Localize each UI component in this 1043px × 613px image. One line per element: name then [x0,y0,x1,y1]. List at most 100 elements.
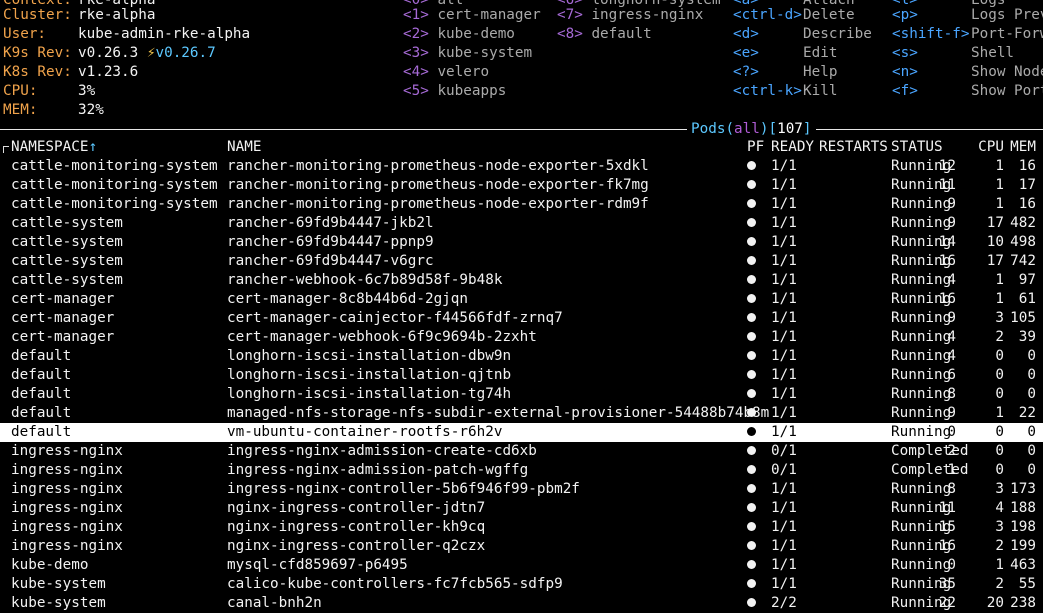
column-namespace[interactable]: NAMESPACE↑ [11,138,97,157]
ns-shortcut[interactable]: <7> ingress-nginx [557,6,703,25]
port-forward-indicator [747,195,756,214]
pod-mem: 55 [1018,576,1036,592]
pod-name: cert-manager-8c8b44b6d-2gjqn [227,291,469,307]
pod-mem: 16 [1018,158,1036,174]
column-ready[interactable]: READY [771,138,814,157]
table-row[interactable]: ingress-nginx ingress-nginx-admission-cre… [0,442,1043,461]
table-row[interactable]: cert-manager cert-manager-cainjector-f445… [0,309,1043,328]
table-row[interactable]: cattle-monitoring-system rancher-monitori… [0,157,1043,176]
hotkey-shell[interactable]: <s> [892,44,918,63]
ns-shortcut[interactable]: <5> kubeapps [403,82,506,101]
hotkey-help[interactable]: <?> [733,63,759,82]
table-row[interactable]: default longhorn-iscsi-installation-qjtnb… [0,366,1043,385]
port-forward-indicator [747,176,756,195]
pod-ready: 1/1 [771,424,797,440]
dot-icon [747,218,756,227]
column-cpu[interactable]: CPU [978,138,1004,157]
pod-namespace: cattle-system [11,215,123,231]
pod-mem: 463 [1010,557,1036,573]
column-restarts[interactable]: RESTARTS [819,138,888,157]
hotkey-show-port[interactable]: <f> [892,82,918,101]
dot-icon [747,294,756,303]
table-row[interactable]: default longhorn-iscsi-installation-tg74h… [0,385,1043,404]
column-status[interactable]: STATUS [891,138,943,157]
pod-namespace: cert-manager [11,291,115,307]
column-mem[interactable]: MEM [1010,138,1036,157]
port-forward-indicator [747,290,756,309]
ns-shortcut[interactable]: <3> kube-system [403,44,532,63]
port-forward-indicator [747,214,756,233]
pod-mem: 0 [1027,443,1036,459]
ns-shortcut[interactable]: <2> kube-demo [403,25,515,44]
pod-ready: 1/1 [771,386,797,402]
dot-icon [747,389,756,398]
table-row[interactable]: cert-manager cert-manager-webhook-6f9c969… [0,328,1043,347]
pod-status: Running [891,386,952,402]
table-row-selected[interactable]: default vm-ubuntu-container-rootfs-r6h2v 1… [0,423,1043,442]
table-row[interactable]: ingress-nginx ingress-nginx-admission-pat… [0,461,1043,480]
table-row[interactable]: ingress-nginx nginx-ingress-controller-q2… [0,537,1043,556]
table-row[interactable]: cattle-system rancher-69fd9b4447-jkb2l 1/1… [0,214,1043,233]
hotkey-port-forward[interactable]: <shift-f> [892,25,969,44]
pod-name: vm-ubuntu-container-rootfs-r6h2v [227,424,503,440]
column-pf[interactable]: PF [747,138,764,157]
port-forward-indicator [747,594,756,613]
table-row[interactable]: kube-demo mysql-cfd859697-p6495 1/1 0 Runnin… [0,556,1043,575]
pod-ready: 1/1 [771,215,797,231]
ns-shortcut[interactable]: <4> velero [403,63,489,82]
pod-mem: 61 [1018,291,1036,307]
hotkey-describe[interactable]: <d> [733,25,759,44]
pod-status: Completed [891,462,969,478]
port-forward-indicator [747,233,756,252]
hotkey-edit[interactable]: <e> [733,44,759,63]
table-row[interactable]: cattle-monitoring-system rancher-monitori… [0,176,1043,195]
port-forward-indicator [747,404,756,423]
pod-namespace: ingress-nginx [11,538,123,554]
pod-cpu: 0 [995,443,1004,459]
port-forward-indicator [747,442,756,461]
table-row[interactable]: cattle-system rancher-69fd9b4447-v6grc 1/1… [0,252,1043,271]
pod-cpu: 1 [995,177,1004,193]
pod-status: Running [891,310,952,326]
dot-icon [747,161,756,170]
pod-ready: 1/1 [771,557,797,573]
column-name[interactable]: NAME [227,138,261,157]
table-row[interactable]: kube-system canal-bnh2n 2/2 22 Running 20 238 [0,594,1043,613]
hotkey-label: Describe [803,26,872,42]
ns-shortcut[interactable]: <8> default [557,25,652,44]
table-row[interactable]: default longhorn-iscsi-installation-dbw9n… [0,347,1043,366]
pod-status: Running [891,481,952,497]
pod-mem: 482 [1010,215,1036,231]
pod-status: Running [891,348,952,364]
ns-shortcut[interactable]: <1> cert-manager [403,6,541,25]
table-row[interactable]: ingress-nginx nginx-ingress-controller-jd… [0,499,1043,518]
pod-name: rancher-webhook-6c7b89d58f-9b48k [227,272,503,288]
table-row[interactable]: default managed-nfs-storage-nfs-subdir-ex… [0,404,1043,423]
table-row[interactable]: cattle-system rancher-69fd9b4447-ppnp9 1/1… [0,233,1043,252]
hotkey-logs-prev[interactable]: <p> [892,6,918,25]
dot-icon [747,275,756,284]
pod-name: longhorn-iscsi-installation-qjtnb [227,367,512,383]
hotkey-show-node[interactable]: <n> [892,63,918,82]
pod-cpu: 1 [995,272,1004,288]
pod-namespace: default [11,367,72,383]
pod-namespace: default [11,405,72,421]
port-forward-indicator [747,309,756,328]
hotkey-kill[interactable]: <ctrl-k> [733,82,802,101]
table-row[interactable]: cert-manager cert-manager-8c8b44b6d-2gjqn… [0,290,1043,309]
dot-icon [747,408,756,417]
port-forward-indicator [747,499,756,518]
pod-name: calico-kube-controllers-fc7fcb565-sdfp9 [227,576,563,592]
table-row[interactable]: cattle-system rancher-webhook-6c7b89d58f-… [0,271,1043,290]
pod-mem: 16 [1018,196,1036,212]
table-row[interactable]: kube-system calico-kube-controllers-fc7fc… [0,575,1043,594]
table-row[interactable]: ingress-nginx ingress-nginx-controller-5b… [0,480,1043,499]
pod-mem: 0 [1027,424,1036,440]
pod-name: mysql-cfd859697-p6495 [227,557,408,573]
pod-status: Running [891,234,952,250]
table-row[interactable]: cattle-monitoring-system rancher-monitori… [0,195,1043,214]
hotkey-delete[interactable]: <ctrl-d> [733,6,802,25]
table-row[interactable]: ingress-nginx nginx-ingress-controller-kh… [0,518,1043,537]
pod-ready: 1/1 [771,329,797,345]
dot-icon [747,427,756,436]
